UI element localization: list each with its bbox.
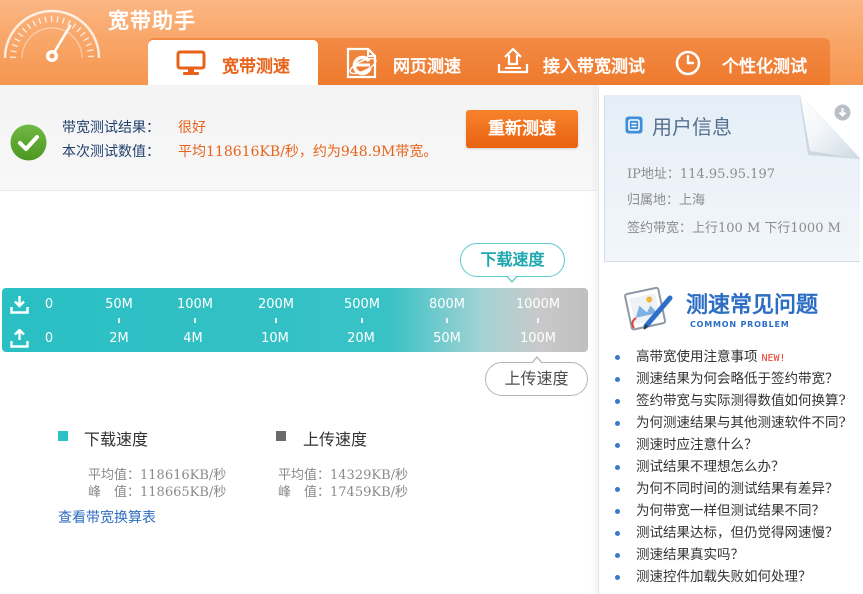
download-scale-label: 200M xyxy=(257,297,295,312)
scale-tick xyxy=(361,318,363,323)
faq-subtitle: COMMON PROBLEM xyxy=(690,320,790,329)
faq-item[interactable]: 为何测速结果与其他测速软件不同? xyxy=(608,412,863,434)
tab-label: 个性化测试 xyxy=(722,57,807,77)
faq-item-text: 为何不同时间的测试结果有差异？ xyxy=(636,481,839,497)
tab-label: 接入带宽测试 xyxy=(543,57,645,77)
upload-scale-label: 100M xyxy=(519,331,557,346)
tab-access-bandwidth-test[interactable]: 接入带宽测试 xyxy=(470,40,650,85)
arrow-down-circle-icon[interactable] xyxy=(834,104,851,121)
faq-item[interactable]: 测速结果为何会略低于签约带宽？ xyxy=(608,368,863,390)
tab-label: 宽带测速 xyxy=(222,57,290,77)
upload-peak: 峰 值：17459KB/秒 xyxy=(278,485,409,500)
clipboard-pencil-icon xyxy=(624,286,673,331)
bullet-icon xyxy=(615,465,620,470)
faq-item[interactable]: 测试结果不理想怎么办？ xyxy=(608,456,863,478)
download-scale-label: 800M xyxy=(428,297,466,312)
scale-tick xyxy=(194,318,196,323)
upload-scale-label: 20M xyxy=(347,331,375,346)
result-status-value: 很好 xyxy=(178,120,206,136)
tab-broadband-speed-test[interactable]: 宽带测速 xyxy=(148,40,318,85)
faq-item[interactable]: 测速控件加载失败如何处理？ xyxy=(608,566,863,586)
faq-item[interactable]: 测速时应注意什么？ xyxy=(608,434,863,456)
bullet-icon xyxy=(615,443,620,448)
bullet-icon xyxy=(615,487,620,492)
faq-item[interactable]: 测速结果真实吗？ xyxy=(608,544,863,566)
upload-legend-label: 上传速度 xyxy=(303,430,368,449)
download-scale-label: 1000M xyxy=(515,297,561,312)
download-scale-label: 100M xyxy=(176,297,214,312)
faq-item-text: 测速时应注意什么？ xyxy=(636,437,758,453)
scale-tick xyxy=(537,318,539,323)
sidebar-divider xyxy=(590,85,599,594)
ie-browser-icon xyxy=(346,47,377,79)
faq-item-text: 测速结果真实吗？ xyxy=(636,547,744,563)
result-status-label: 带宽测试结果： xyxy=(62,120,160,136)
upload-scale-label: 50M xyxy=(433,331,461,346)
scale-tick xyxy=(446,318,448,323)
faq-item-text: 为何带宽一样但测试结果不同？ xyxy=(636,503,825,519)
faq-item-text: 测试结果达标，但仍觉得网速慢？ xyxy=(636,525,839,541)
download-scale-label: 50M xyxy=(105,297,133,312)
bullet-icon xyxy=(615,509,620,514)
upload-scale-label: 4M xyxy=(183,331,203,346)
tab-webpage-speed-test[interactable]: 网页测速 xyxy=(318,40,470,85)
user-location: 归属地：上海 xyxy=(627,193,706,208)
faq-item-text: 高带宽使用注意事项 xyxy=(636,349,758,365)
result-measure-label: 本次测试数值： xyxy=(62,144,160,160)
faq-title: 测速常见问题 xyxy=(686,293,819,318)
download-speed-tag: 下载速度 xyxy=(460,243,565,283)
upload-tray-icon xyxy=(497,47,529,74)
upload-legend-swatch xyxy=(276,431,286,441)
faq-item-text: 签约带宽与实际测得数值如何换算? xyxy=(636,393,846,409)
new-badge: NEW! xyxy=(761,353,786,364)
faq-list: 高带宽使用注意事项 NEW! 测速结果为何会略低于签约带宽？ 签约带宽与实际测得数… xyxy=(608,346,863,586)
download-scale-label: 0 xyxy=(44,297,54,312)
upload-scale-label: 2M xyxy=(109,331,129,346)
faq-item[interactable]: 为何带宽一样但测试结果不同？ xyxy=(608,500,863,522)
faq-item[interactable]: 为何不同时间的测试结果有差异？ xyxy=(608,478,863,500)
faq-item[interactable]: 高带宽使用注意事项 NEW! xyxy=(608,346,863,368)
bullet-icon xyxy=(615,575,620,580)
scale-tick xyxy=(275,318,277,323)
user-ip-address: IP地址：114.95.95.197 xyxy=(627,167,775,182)
upload-scale-label: 0 xyxy=(44,331,54,346)
app-title: 宽带助手 xyxy=(108,9,196,33)
speedometer-icon xyxy=(3,9,101,62)
upload-speed-tag: 上传速度 xyxy=(485,356,588,396)
faq-item-text: 为何测速结果与其他测速软件不同? xyxy=(636,415,846,431)
download-peak: 峰 值：118665KB/秒 xyxy=(88,485,227,500)
scale-tick xyxy=(118,318,120,323)
download-legend-label: 下载速度 xyxy=(84,430,149,449)
monitor-icon xyxy=(176,50,206,75)
bandwidth-conversion-link[interactable]: 查看带宽换算表 xyxy=(58,507,156,527)
user-contract-bandwidth: 签约带宽：上行100 M 下行1000 M xyxy=(627,221,841,236)
bullet-icon xyxy=(615,553,620,558)
tab-label: 网页测速 xyxy=(393,57,461,77)
bullet-icon xyxy=(615,421,620,426)
bullet-icon xyxy=(615,399,620,404)
faq-item[interactable]: 签约带宽与实际测得数值如何换算? xyxy=(608,390,863,412)
clock-icon xyxy=(675,50,701,76)
download-scale-label: 500M xyxy=(343,297,381,312)
download-legend-swatch xyxy=(58,431,68,441)
faq-item-text: 测速结果为何会略低于签约带宽？ xyxy=(636,371,839,387)
bullet-icon xyxy=(615,531,620,536)
faq-item[interactable]: 测试结果达标，但仍觉得网速慢？ xyxy=(608,522,863,544)
user-info-title: 用户信息 xyxy=(652,115,732,139)
bullet-icon xyxy=(615,355,620,360)
faq-item-text: 测速控件加载失败如何处理？ xyxy=(636,569,812,585)
user-info-icon xyxy=(625,116,643,134)
check-circle-icon xyxy=(10,124,47,161)
upload-scale-label: 10M xyxy=(261,331,289,346)
result-measure-value: 平均118616KB/秒，约为948.9M带宽。 xyxy=(178,144,438,160)
faq-item-text: 测试结果不理想怎么办？ xyxy=(636,459,785,475)
bullet-icon xyxy=(615,377,620,382)
tab-custom-test[interactable]: 个性化测试 xyxy=(650,40,830,85)
retest-button[interactable]: 重新测速 xyxy=(466,110,578,148)
